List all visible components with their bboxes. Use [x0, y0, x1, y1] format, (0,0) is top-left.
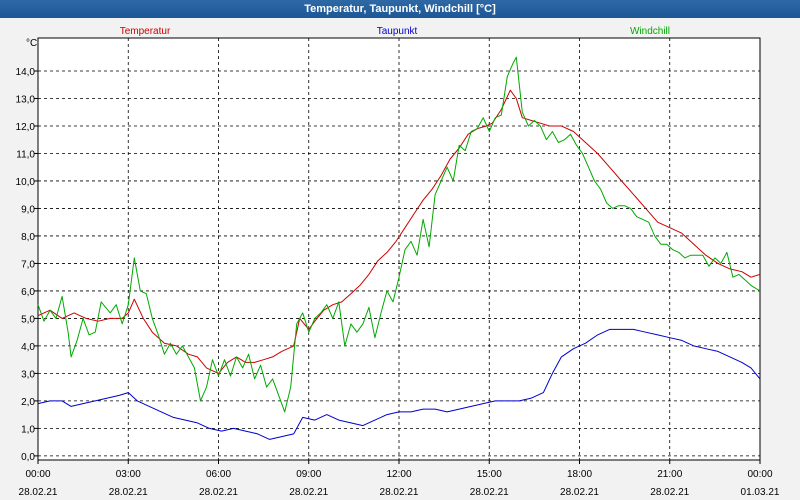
y-tick-label: 9,0: [21, 204, 35, 215]
x-tick-date: 28.02.21: [19, 487, 58, 498]
x-tick-time: 00:00: [747, 469, 772, 480]
x-tick-date: 28.02.21: [380, 487, 419, 498]
y-tick-label: 13,0: [16, 94, 36, 105]
x-tick-date: 28.02.21: [560, 487, 599, 498]
x-tick-date: 01.03.21: [741, 487, 780, 498]
y-tick-label: 5,0: [21, 314, 35, 325]
y-tick-label: 7,0: [21, 259, 35, 270]
x-tick-time: 06:00: [206, 469, 231, 480]
x-tick-time: 09:00: [296, 469, 321, 480]
y-tick-label: 6,0: [21, 287, 35, 298]
y-tick-label: 0,0: [21, 452, 35, 463]
x-tick-time: 18:00: [567, 469, 592, 480]
y-tick-label: 12,0: [16, 122, 36, 133]
y-tick-label: 14,0: [16, 67, 36, 78]
line-chart: 0,0 1,0 2,0 3,0 4,0 5,0 6,0 7,0 8,0 9,0 10,0 11,0 12…: [16, 26, 780, 498]
x-tick-date: 28.02.21: [199, 487, 238, 498]
x-tick-time: 15:00: [477, 469, 502, 480]
x-tick-date: 28.02.21: [109, 487, 148, 498]
x-tick-time: 03:00: [116, 469, 141, 480]
x-tick-time: 21:00: [657, 469, 682, 480]
legend-taupunkt: Taupunkt: [377, 26, 418, 37]
x-tick-date: 28.02.21: [470, 487, 509, 498]
x-tick-date: 28.02.21: [289, 487, 328, 498]
y-tick-label: 1,0: [21, 424, 35, 435]
legend-temperatur: Temperatur: [120, 26, 171, 37]
x-tick-date: 28.02.21: [650, 487, 689, 498]
y-tick-label: 8,0: [21, 232, 35, 243]
y-tick-label: 10,0: [16, 177, 36, 188]
x-tick-time: 12:00: [386, 469, 411, 480]
legend-windchill: Windchill: [630, 26, 670, 37]
window-title: Temperatur, Taupunkt, Windchill [°C]: [0, 0, 800, 18]
y-tick-label: 11,0: [16, 149, 35, 160]
y-tick-label: 4,0: [21, 342, 35, 353]
y-axis-unit: °C: [26, 38, 37, 49]
x-tick-time: 00:00: [25, 469, 50, 480]
y-tick-label: 3,0: [21, 369, 35, 380]
y-tick-label: 2,0: [21, 397, 35, 408]
chart-window: Temperatur, Taupunkt, Windchill [°C] 0,0…: [0, 0, 800, 500]
